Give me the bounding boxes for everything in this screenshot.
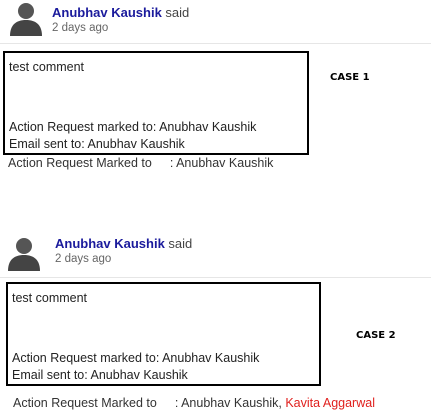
comment-timestamp: 2 days ago <box>52 22 109 34</box>
divider <box>0 43 431 44</box>
summary-value: : Anubhav Kaushik <box>169 156 274 170</box>
comment-header: Anubhav Kaushik said <box>52 5 189 20</box>
case-label: CASE 1 <box>330 72 370 83</box>
summary-label: Action Request Marked to <box>13 396 157 410</box>
email-sent-line: Email sent to: Anubhav Kaushik <box>9 137 185 151</box>
summary-value: : Anubhav Kaushik, <box>174 396 282 410</box>
said-text: said <box>168 236 193 251</box>
author-link[interactable]: Anubhav Kaushik <box>52 5 162 20</box>
action-request-summary: Action Request Marked to : Anubhav Kaushi… <box>8 156 273 170</box>
user-avatar-icon <box>6 235 42 271</box>
comment-case-1: Anubhav Kaushik said 2 days ago test com… <box>0 0 431 190</box>
user-avatar-icon <box>8 0 44 36</box>
comment-header: Anubhav Kaushik said <box>55 236 192 251</box>
summary-extra-name: Kavita Aggarwal <box>285 396 375 410</box>
summary-label: Action Request Marked to <box>8 156 152 170</box>
email-sent-line: Email sent to: Anubhav Kaushik <box>12 368 188 382</box>
said-text: said <box>165 5 190 20</box>
action-request-summary: Action Request Marked to : Anubhav Kaushi… <box>13 396 375 410</box>
comment-text: test comment <box>9 60 85 74</box>
divider <box>0 277 431 278</box>
comment-timestamp: 2 days ago <box>55 253 112 265</box>
comment-box: test comment Action Request marked to: A… <box>3 51 309 155</box>
comment-text: test comment <box>12 291 88 305</box>
action-request-line: Action Request marked to: Anubhav Kaushi… <box>12 351 260 365</box>
case-label: CASE 2 <box>356 330 396 341</box>
comment-case-2: Anubhav Kaushik said 2 days ago test com… <box>0 228 431 416</box>
comment-box: test comment Action Request marked to: A… <box>6 282 321 386</box>
author-link[interactable]: Anubhav Kaushik <box>55 236 165 251</box>
action-request-line: Action Request marked to: Anubhav Kaushi… <box>9 120 257 134</box>
